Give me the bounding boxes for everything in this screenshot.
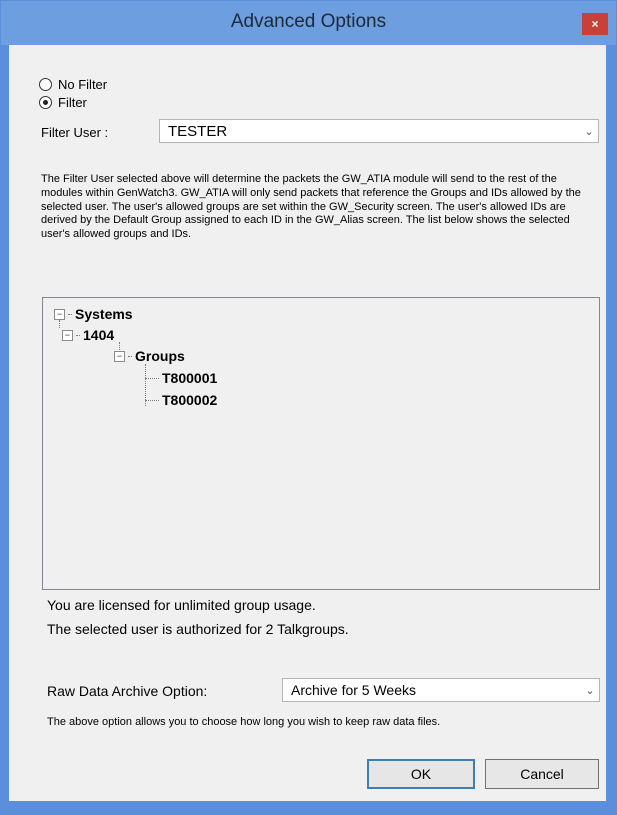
tree-node-group[interactable]: T800002 (145, 392, 217, 408)
chevron-down-icon: ⌄ (584, 125, 594, 138)
chevron-down-icon: ⌄ (585, 684, 595, 697)
tree-node-group[interactable]: T800001 (145, 370, 217, 386)
tree-connector (128, 355, 132, 357)
group-tree-view[interactable]: − Systems − 1404 − Groups T800001 T80000… (42, 297, 600, 590)
tree-node-label: T800001 (162, 370, 218, 386)
tree-node-system-1404[interactable]: − 1404 (54, 327, 114, 343)
radio-button-selected-icon[interactable] (39, 96, 52, 109)
radio-button-icon[interactable] (39, 78, 52, 91)
archive-option-label: Raw Data Archive Option: (47, 683, 208, 699)
tree-node-label: 1404 (83, 327, 115, 343)
collapse-icon[interactable]: − (62, 329, 73, 341)
collapse-icon[interactable]: − (114, 350, 125, 362)
authorization-status: The selected user is authorized for 2 Ta… (47, 621, 349, 637)
cancel-button[interactable]: Cancel (485, 759, 599, 789)
tree-node-systems[interactable]: − Systems (54, 306, 133, 322)
filter-user-value: TESTER (168, 122, 228, 140)
radio-filter[interactable]: Filter (39, 95, 87, 110)
tree-node-label: Groups (135, 348, 185, 364)
collapse-icon[interactable]: − (54, 308, 65, 320)
advanced-options-window: Advanced Options × No Filter Filter Filt… (0, 0, 617, 815)
title-bar[interactable]: Advanced Options × (1, 1, 616, 45)
archive-option-dropdown[interactable]: Archive for 5 Weeks ⌄ (282, 678, 600, 702)
tree-connector (145, 377, 159, 379)
ok-button[interactable]: OK (367, 759, 475, 789)
close-button[interactable]: × (582, 13, 608, 35)
tree-connector (76, 334, 80, 336)
license-status: You are licensed for unlimited group usa… (47, 597, 316, 613)
archive-option-value: Archive for 5 Weeks (291, 682, 417, 698)
radio-filter-label: Filter (58, 95, 87, 110)
radio-no-filter-label: No Filter (58, 77, 108, 92)
radio-no-filter[interactable]: No Filter (39, 77, 107, 92)
tree-node-label: T800002 (162, 392, 218, 408)
tree-node-label: Systems (75, 306, 133, 322)
close-icon: × (591, 17, 599, 31)
filter-description: The Filter User selected above will dete… (41, 173, 581, 241)
window-title: Advanced Options (230, 11, 387, 32)
tree-connector (145, 399, 159, 401)
dialog-body: No Filter Filter Filter User : TESTER ⌄ … (9, 45, 606, 801)
archive-option-note: The above option allows you to choose ho… (47, 716, 441, 728)
tree-node-groups[interactable]: − Groups (114, 348, 185, 364)
filter-user-label: Filter User : (41, 125, 109, 140)
tree-connector (68, 313, 72, 315)
filter-user-dropdown[interactable]: TESTER ⌄ (159, 119, 599, 143)
